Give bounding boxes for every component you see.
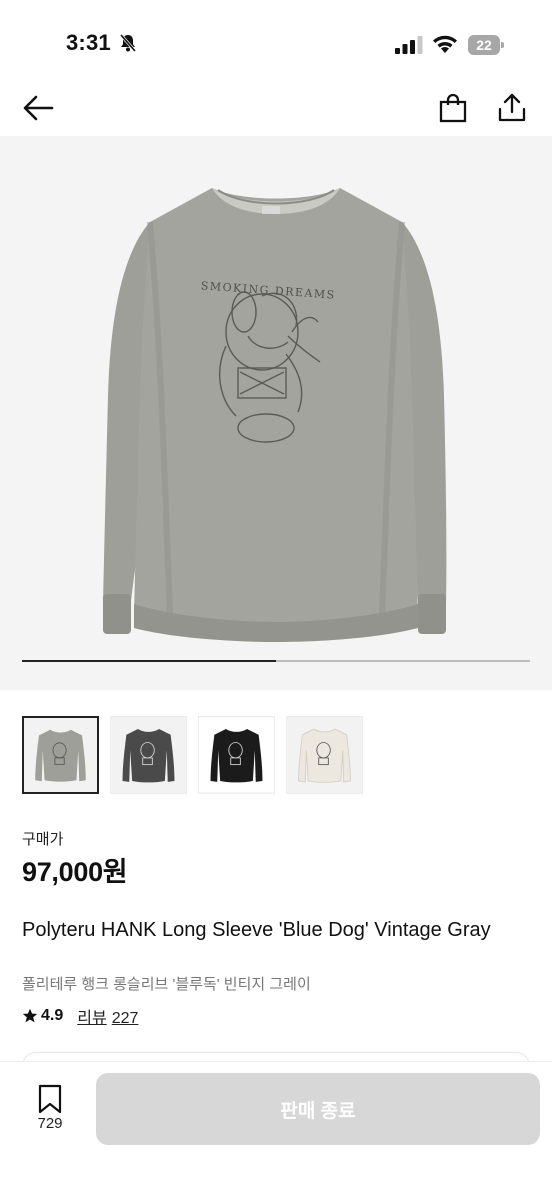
battery-percent: 22	[476, 37, 492, 53]
review-link[interactable]: 리뷰 227	[77, 1004, 138, 1028]
battery-indicator: 22	[468, 35, 504, 55]
thumbnail-shirt-image	[287, 717, 362, 793]
star-icon	[22, 1008, 38, 1023]
thumbnail-strip	[22, 716, 363, 796]
shopping-bag-button[interactable]	[433, 88, 473, 128]
product-image-carousel[interactable]: SMOKING DREAMS	[0, 136, 552, 690]
rating-value: 4.9	[41, 1007, 64, 1024]
cellular-signal-icon	[395, 36, 423, 54]
bookmark-icon	[38, 1084, 62, 1114]
price-label: 구매가	[22, 831, 64, 848]
rating-row: 4.9 리뷰 227	[22, 1004, 138, 1028]
thumbnail-2[interactable]	[110, 716, 187, 794]
wishlist-count: 729	[37, 1115, 63, 1132]
carousel-progress-fill	[22, 660, 276, 662]
thumbnail-shirt-image	[24, 718, 97, 792]
thumbnail-shirt-image	[111, 717, 186, 793]
review-label: 리뷰	[77, 1010, 107, 1027]
sold-out-button[interactable]: 판매 종료	[96, 1073, 540, 1145]
thumbnail-4[interactable]	[286, 716, 363, 794]
review-count: 227	[111, 1010, 139, 1027]
product-image: SMOKING DREAMS	[103, 188, 447, 642]
wishlist-button[interactable]: 729	[28, 1084, 72, 1132]
wifi-icon	[433, 35, 457, 53]
bottom-action-bar: 729 판매 종료	[0, 1062, 552, 1200]
share-button[interactable]	[492, 88, 532, 128]
shopping-bag-icon	[439, 93, 467, 123]
top-nav-bar	[0, 80, 552, 136]
price: 97,000원	[22, 857, 128, 887]
bell-slash-icon	[119, 34, 137, 52]
thumbnail-3[interactable]	[198, 716, 275, 794]
product-title: Polyteru HANK Long Sleeve 'Blue Dog' Vin…	[22, 919, 491, 941]
thumbnail-shirt-image	[199, 717, 274, 793]
carousel-progress-bar	[22, 660, 530, 662]
arrow-left-icon	[23, 95, 54, 121]
status-bar: 3:31 22	[0, 0, 552, 80]
share-icon	[498, 93, 526, 122]
back-button[interactable]	[18, 88, 58, 128]
thumbnail-1[interactable]	[22, 716, 99, 794]
product-title-korean: 폴리테루 행크 롱슬리브 '블루독' 빈티지 그레이	[22, 976, 311, 993]
status-time: 3:31	[66, 30, 111, 55]
